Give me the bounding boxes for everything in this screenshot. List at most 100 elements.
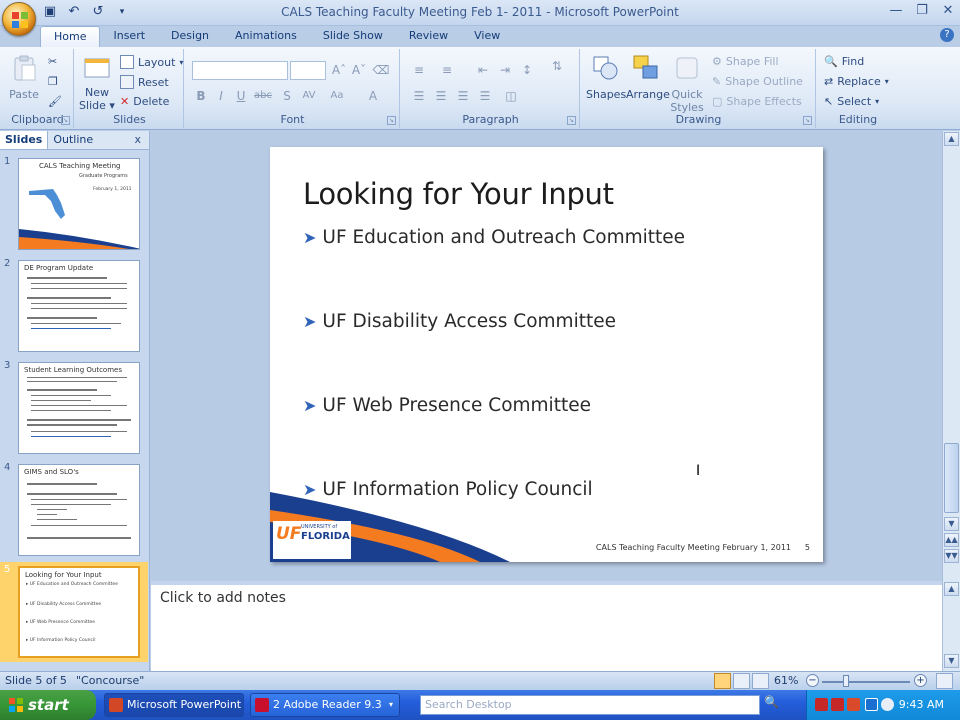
clipboard-launcher-icon[interactable]: ↘ bbox=[61, 116, 70, 125]
tab-slide-show[interactable]: Slide Show bbox=[310, 26, 396, 47]
thumbnail-row-3[interactable]: 3 Student Learning Outcomes bbox=[0, 358, 148, 456]
notes-pane[interactable]: Click to add notes bbox=[151, 581, 942, 671]
arrange-button[interactable]: Arrange bbox=[626, 53, 670, 101]
shape-effects-button[interactable]: ▢ Shape Effects bbox=[712, 95, 802, 108]
copy-icon[interactable]: ❐ bbox=[48, 75, 58, 88]
start-button[interactable]: start bbox=[0, 690, 96, 720]
numbering-icon[interactable]: ≡ bbox=[438, 61, 456, 79]
tab-insert[interactable]: Insert bbox=[100, 26, 158, 47]
tray-antivirus-icon[interactable] bbox=[831, 698, 844, 711]
reset-button[interactable]: Reset bbox=[120, 75, 169, 89]
drawing-launcher-icon[interactable]: ↘ bbox=[803, 116, 812, 125]
normal-view-icon[interactable] bbox=[714, 673, 731, 689]
paragraph-launcher-icon[interactable]: ↘ bbox=[567, 116, 576, 125]
notes-scrollbar[interactable]: ▲ ▼ bbox=[942, 581, 960, 671]
tab-home[interactable]: Home bbox=[40, 26, 101, 47]
zoom-in-icon[interactable]: + bbox=[914, 674, 927, 687]
align-left-icon[interactable]: ☰ bbox=[410, 87, 428, 105]
font-launcher-icon[interactable]: ↘ bbox=[387, 116, 396, 125]
desktop-search-input[interactable]: Search Desktop bbox=[420, 695, 760, 715]
tab-view[interactable]: View bbox=[461, 26, 513, 47]
tab-outline[interactable]: Outline bbox=[48, 131, 98, 149]
font-name-combo[interactable] bbox=[192, 61, 288, 80]
slide-scrollbar[interactable]: ▲ ▼ ▲▲ ▼▼ bbox=[942, 131, 960, 581]
find-button[interactable]: 🔍 Find bbox=[824, 55, 864, 68]
cut-icon[interactable]: ✂ bbox=[48, 55, 57, 68]
strikethrough-icon[interactable]: abc bbox=[254, 87, 272, 105]
scroll-thumb[interactable] bbox=[944, 443, 959, 513]
font-size-combo[interactable] bbox=[290, 61, 326, 80]
tray-security-icon[interactable] bbox=[847, 698, 860, 711]
delete-button[interactable]: ✕ Delete bbox=[120, 95, 169, 108]
notes-scroll-up-icon[interactable]: ▲ bbox=[944, 582, 959, 596]
tray-network-icon[interactable] bbox=[865, 698, 878, 711]
replace-button[interactable]: ⇄ Replace ▾ bbox=[824, 75, 889, 88]
italic-icon[interactable]: I bbox=[212, 87, 230, 105]
slide-bullet[interactable]: ➤ UF Education and Outreach Committee bbox=[303, 227, 685, 248]
underline-icon[interactable]: U bbox=[232, 87, 250, 105]
shrink-font-icon[interactable]: Aˇ bbox=[350, 61, 368, 79]
bullets-icon[interactable]: ≡ bbox=[410, 61, 428, 79]
slide-thumbnail[interactable]: DE Program Update bbox=[18, 260, 140, 352]
previous-slide-icon[interactable]: ▲▲ bbox=[944, 533, 959, 547]
layout-button[interactable]: Layout ▾ bbox=[120, 55, 183, 69]
tab-design[interactable]: Design bbox=[158, 26, 222, 47]
slide-bullet[interactable]: ➤ UF Disability Access Committee bbox=[303, 311, 616, 332]
char-spacing-icon[interactable]: AV bbox=[300, 87, 318, 105]
shadow-icon[interactable]: S bbox=[278, 87, 296, 105]
scroll-up-icon[interactable]: ▲ bbox=[944, 132, 959, 146]
zoom-slider-track[interactable] bbox=[822, 681, 910, 683]
shape-outline-button[interactable]: ✎ Shape Outline bbox=[712, 75, 803, 88]
slide-thumbnail[interactable]: Student Learning Outcomes bbox=[18, 362, 140, 454]
pane-close-icon[interactable]: x bbox=[134, 133, 141, 146]
change-case-icon[interactable]: Aa bbox=[328, 87, 346, 105]
minimize-icon[interactable]: — bbox=[888, 3, 904, 19]
columns-icon[interactable]: ◫ bbox=[502, 87, 520, 105]
format-painter-icon[interactable]: 🖌 bbox=[48, 95, 62, 108]
thumbnail-row-4[interactable]: 4 GIMS and SLO's bbox=[0, 460, 148, 558]
select-button[interactable]: ↖ Select ▾ bbox=[824, 95, 879, 108]
tab-animations[interactable]: Animations bbox=[222, 26, 310, 47]
slide-title[interactable]: Looking for Your Input bbox=[303, 177, 614, 211]
decrease-indent-icon[interactable]: ⇤ bbox=[474, 61, 492, 79]
scroll-down-icon[interactable]: ▼ bbox=[944, 517, 959, 531]
zoom-slider-thumb[interactable] bbox=[843, 675, 849, 687]
tab-review[interactable]: Review bbox=[396, 26, 461, 47]
line-spacing-icon[interactable]: ↕ bbox=[518, 61, 536, 79]
bold-icon[interactable]: B bbox=[192, 87, 210, 105]
font-color-icon[interactable]: A bbox=[364, 87, 382, 105]
tab-slides[interactable]: Slides bbox=[0, 131, 49, 149]
maximize-icon[interactable]: ❐ bbox=[914, 3, 930, 19]
slide-bullet[interactable]: ➤ UF Web Presence Committee bbox=[303, 395, 591, 416]
taskbar-item-adobe-reader[interactable]: 2 Adobe Reader 9.3 ▾ bbox=[250, 693, 400, 717]
zoom-out-icon[interactable]: − bbox=[806, 674, 819, 687]
notes-scroll-down-icon[interactable]: ▼ bbox=[944, 654, 959, 668]
slide-thumbnail-selected[interactable]: Looking for Your Input ▸ UF Education an… bbox=[18, 566, 140, 658]
grow-font-icon[interactable]: Aˆ bbox=[330, 61, 348, 79]
thumbnail-row-5[interactable]: 5 Looking for Your Input ▸ UF Education … bbox=[0, 562, 148, 662]
close-icon[interactable]: ✕ bbox=[940, 3, 956, 19]
thumbnail-row-2[interactable]: 2 DE Program Update bbox=[0, 256, 148, 354]
quick-styles-button[interactable]: Quick Styles bbox=[668, 53, 706, 114]
zoom-level[interactable]: 61% bbox=[774, 674, 798, 687]
align-center-icon[interactable]: ☰ bbox=[432, 87, 450, 105]
fit-to-window-icon[interactable] bbox=[936, 673, 953, 689]
text-direction-icon[interactable]: ⇅ bbox=[548, 57, 566, 75]
tray-app-icon[interactable] bbox=[815, 698, 828, 711]
tray-speaker-icon[interactable] bbox=[881, 698, 894, 711]
shape-fill-button[interactable]: ⚙ Shape Fill bbox=[712, 55, 779, 68]
align-right-icon[interactable]: ☰ bbox=[454, 87, 472, 105]
notes-placeholder[interactable]: Click to add notes bbox=[160, 590, 286, 606]
paste-button[interactable]: Paste bbox=[6, 53, 42, 101]
slide-thumbnail[interactable]: CALS Teaching Meeting Graduate Programs … bbox=[18, 158, 140, 250]
current-slide[interactable]: Looking for Your Input ➤ UF Education an… bbox=[270, 147, 823, 562]
justify-icon[interactable]: ☰ bbox=[476, 87, 494, 105]
thumbnail-row-1[interactable]: 1 CALS Teaching Meeting Graduate Program… bbox=[0, 154, 148, 252]
new-slide-button[interactable]: New Slide ▾ bbox=[78, 55, 116, 112]
help-icon[interactable]: ? bbox=[940, 28, 954, 42]
slide-thumbnail[interactable]: GIMS and SLO's bbox=[18, 464, 140, 556]
office-button[interactable] bbox=[2, 2, 36, 36]
next-slide-icon[interactable]: ▼▼ bbox=[944, 549, 959, 563]
slide-show-view-icon[interactable] bbox=[752, 673, 769, 689]
search-icon[interactable]: 🔍 bbox=[764, 695, 782, 715]
